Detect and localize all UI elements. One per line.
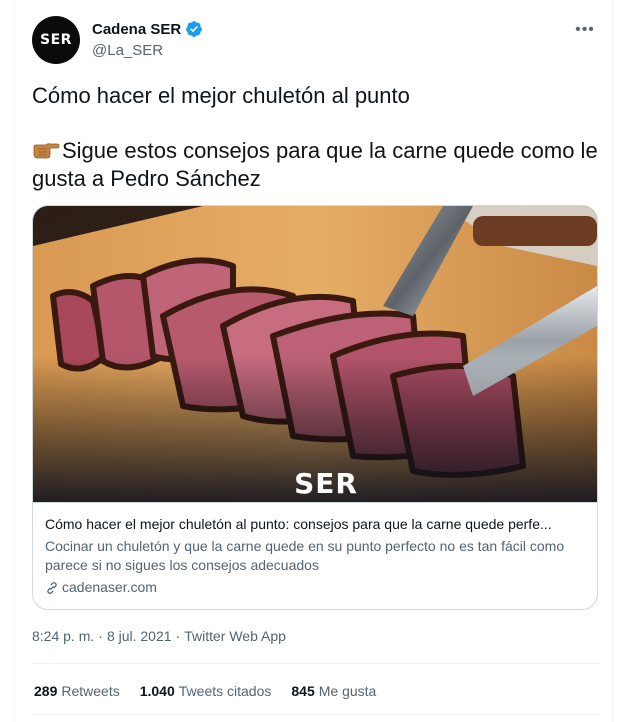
quotes-label: Tweets citados [178,683,272,699]
tweet-date[interactable]: 8 jul. 2021 [107,628,172,644]
link-card[interactable]: SER Cómo hacer el mejor chuletón al punt… [32,205,598,610]
more-options-icon[interactable]: ••• [573,20,597,40]
tweet-text-line2-content: Sigue estos consejos para que la carne q… [32,138,598,191]
avatar[interactable]: SER [32,16,80,64]
tweet-source[interactable]: Twitter Web App [184,628,286,644]
tweet-time[interactable]: 8:24 p. m. [32,628,94,644]
quotes-count: 1.040 [139,683,175,699]
card-description: Cocinar un chuletón y que la carne quede… [45,538,565,573]
display-name[interactable]: Cadena SER [92,21,181,38]
author-handle[interactable]: @La_SER [92,42,163,59]
divider [32,663,600,664]
tweet-stats: 289 Retweets 1.040 Tweets citados 845 Me… [34,683,396,699]
likes-label: Me gusta [318,683,377,699]
card-image[interactable]: SER [33,206,597,502]
likes-stat[interactable]: 845 Me gusta [291,683,376,699]
tweet-header: SER Cadena SER @La_SER ••• [32,16,597,66]
retweets-label: Retweets [61,683,120,699]
ser-logo: SER [40,32,72,48]
card-domain-row: cadenaser.com [45,578,585,597]
meta-separator: · [98,628,103,644]
likes-count: 845 [291,683,315,699]
link-icon [47,581,57,594]
retweets-count: 289 [34,683,58,699]
backhand-index-pointing-right-icon [33,143,60,159]
retweets-stat[interactable]: 289 Retweets [34,683,120,699]
verified-badge-icon [186,21,203,37]
card-title: Cómo hacer el mejor chuletón al punto: c… [45,516,552,532]
tweet-text: Cómo hacer el mejor chuletón al punto Si… [32,82,600,193]
card-domain: cadenaser.com [62,579,157,595]
tweet-text-line2: Sigue estos consejos para que la carne q… [32,137,600,193]
tweet-meta: 8:24 p. m. · 8 jul. 2021 · Twitter Web A… [32,628,286,644]
tweet-text-line1: Cómo hacer el mejor chuletón al punto [32,83,410,108]
quotes-stat[interactable]: 1.040 Tweets citados [140,683,272,699]
author-name-row[interactable]: Cadena SER [92,20,203,38]
sliced-steak-photo: SER [33,206,597,502]
card-image-logo: SER [294,467,358,500]
card-body[interactable]: Cómo hacer el mejor chuletón al punto: c… [33,502,597,609]
meta-separator: · [175,628,181,644]
divider [32,714,600,715]
